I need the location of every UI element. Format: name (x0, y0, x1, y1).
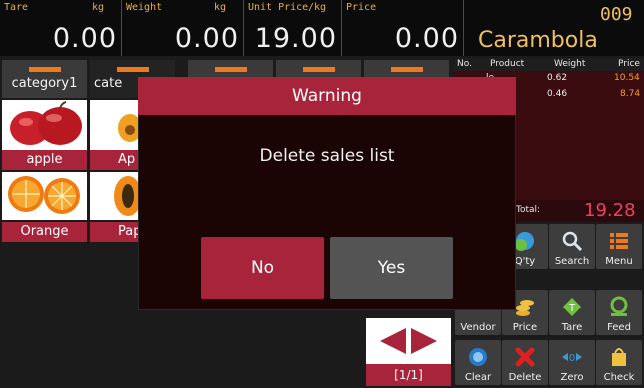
header-product: Product (490, 59, 525, 69)
product-number: 009 (600, 4, 633, 25)
category-bar-indicator (214, 67, 247, 72)
clear-label: Clear (464, 372, 492, 383)
sales-list-header: No. Product Weight Price (454, 58, 644, 71)
unit-price-unit: /kg (308, 2, 327, 13)
category-tab-1[interactable]: category1 (2, 60, 87, 98)
orange-image (8, 176, 80, 214)
yes-button[interactable]: Yes (330, 237, 453, 299)
weight-label: Weight (126, 2, 163, 13)
tare-button[interactable]: T Tare (549, 290, 595, 335)
next-page-button[interactable] (408, 318, 451, 364)
unit-price-label: Unit Price (248, 2, 309, 13)
no-button[interactable]: No (201, 237, 324, 299)
tare-cell: Tare kg 0.00 (0, 0, 122, 56)
unit-price-cell: Unit Price /kg 19.00 (244, 0, 342, 56)
search-label: Search (554, 256, 590, 267)
category-bar-indicator (116, 67, 149, 72)
check-label: Check (603, 372, 635, 383)
feed-button[interactable]: Feed (596, 290, 642, 335)
bag-icon (612, 348, 626, 366)
row-weight: 0.46 (547, 89, 568, 99)
zero-icon: 0 (562, 353, 582, 364)
category-bar-indicator (390, 67, 423, 72)
check-button[interactable]: Check (596, 340, 642, 385)
scale-display: Tare kg 0.00 Weight kg 0.00 Unit Price /… (0, 0, 644, 56)
delete-icon (515, 347, 535, 367)
menu-label: Menu (605, 256, 633, 267)
category-bar-indicator (28, 67, 61, 72)
price-cell: Price 0.00 (342, 0, 464, 56)
search-button[interactable]: Search (549, 224, 595, 269)
header-no: No. (457, 59, 472, 69)
row-weight: 0.62 (547, 73, 568, 83)
total-label: Total: (516, 205, 541, 215)
clear-icon (469, 348, 487, 366)
price-label: Price (346, 2, 377, 13)
zero-button[interactable]: 0 Zero (549, 340, 595, 385)
weight-value: 0.00 (174, 23, 239, 54)
category-bar-indicator (302, 67, 335, 72)
feed-label: Feed (607, 322, 631, 333)
coins-icon (516, 300, 534, 316)
dialog-message: Delete sales list (259, 146, 395, 166)
unit-price-value: 19.00 (254, 23, 337, 54)
weight-unit: kg (214, 2, 227, 13)
product-name: Carambola (478, 28, 598, 53)
product-label: Orange (2, 222, 87, 242)
tare-icon: T (563, 298, 581, 316)
total-value: 19.28 (584, 200, 636, 221)
header-weight: Weight (554, 59, 586, 69)
delete-label: Delete (508, 372, 542, 383)
svg-text:T: T (568, 303, 576, 314)
page-count: [1/1] (366, 364, 451, 386)
zero-label: Zero (560, 372, 584, 383)
tare-unit: kg (92, 2, 105, 13)
search-icon (562, 231, 583, 252)
category-tab-label: category1 (11, 76, 78, 91)
tare-label: Tare (4, 2, 29, 13)
vendor-label: Vendor (460, 322, 496, 333)
prev-page-button[interactable] (366, 318, 408, 364)
svg-text:0: 0 (569, 353, 575, 364)
product-label: apple (2, 150, 87, 170)
dialog-title: Warning (138, 77, 516, 115)
row-price: 8.74 (620, 89, 641, 99)
clear-button[interactable]: Clear (455, 340, 501, 385)
row-price: 10.54 (614, 73, 640, 83)
price-value: 0.00 (394, 23, 459, 54)
qty-icon (515, 232, 534, 251)
menu-button[interactable]: Menu (596, 224, 642, 269)
weight-cell: Weight kg 0.00 (122, 0, 244, 56)
product-tile-orange[interactable] (2, 172, 87, 220)
tare-value: 0.00 (52, 23, 117, 54)
header-price: Price (618, 59, 640, 69)
delete-button[interactable]: Delete (502, 340, 548, 385)
apple-image (10, 101, 82, 145)
product-tile-apple[interactable] (2, 100, 87, 150)
menu-icon (610, 233, 628, 249)
price-label: Price (512, 322, 538, 333)
tare-label: Tare (561, 322, 583, 333)
feed-icon (610, 296, 628, 316)
